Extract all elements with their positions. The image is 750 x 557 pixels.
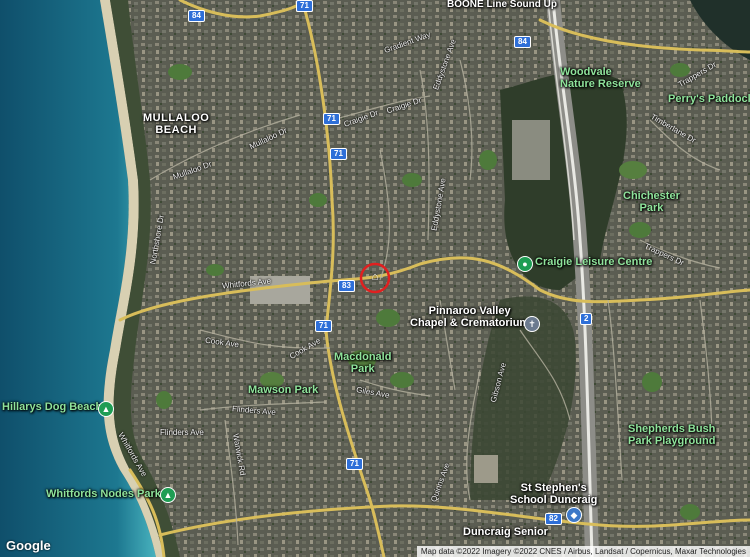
label-woodvale-reserve[interactable]: Woodvale Nature Reserve — [560, 66, 641, 90]
label-whitfords-nodes-park[interactable]: Whitfords Nodes Park — [46, 488, 161, 501]
road-flinders-ave-2: Flinders Ave — [160, 428, 204, 437]
route-71-shield-2: 71 — [323, 113, 340, 125]
label-shepherds-bush[interactable]: Shepherds Bush Park Playground — [628, 423, 715, 447]
chapel-icon[interactable]: ✝ — [524, 316, 540, 332]
location-pin-icon[interactable]: ⌂ — [369, 271, 381, 284]
route-84-shield-2: 84 — [514, 36, 531, 48]
route-83-shield: 83 — [338, 280, 355, 292]
route-71-shield-4: 71 — [315, 320, 332, 332]
label-mawson-park[interactable]: Mawson Park — [248, 384, 318, 397]
school-icon[interactable]: ◆ — [566, 507, 582, 523]
label-perrys-paddock[interactable]: Perry's Paddock — [668, 93, 750, 106]
label-pinnaroo-valley[interactable]: Pinnaroo Valley Chapel & Crematorium — [410, 305, 529, 329]
label-boone[interactable]: BOONE Line Sound Up — [447, 0, 557, 11]
label-macdonald-park[interactable]: Macdonald Park — [334, 351, 391, 375]
route-2-shield: 2 — [580, 313, 593, 325]
route-84-shield: 84 — [188, 10, 205, 22]
label-craigie-leisure-centre[interactable]: Craigie Leisure Centre — [535, 256, 652, 269]
route-71-shield-5: 71 — [346, 458, 363, 470]
google-logo: Google — [6, 538, 51, 553]
label-st-stephens[interactable]: St Stephen's School Duncraig — [510, 482, 597, 506]
route-82-shield: 82 — [545, 513, 562, 525]
map-view[interactable]: ⌂ MULLALOO BEACH Woodvale Nature Reserve… — [0, 0, 750, 557]
tree-icon-2[interactable]: ▲ — [160, 487, 176, 503]
map-attribution[interactable]: Map data ©2022 Imagery ©2022 CNES / Airb… — [416, 546, 750, 557]
label-hillarys-dog-beach[interactable]: Hillarys Dog Beach — [2, 401, 102, 414]
route-71-shield: 71 — [296, 0, 313, 12]
suburb-mullaloo-beach: MULLALOO BEACH — [143, 112, 210, 136]
route-71-shield-3: 71 — [330, 148, 347, 160]
label-duncraig-senior[interactable]: Duncraig Senior — [463, 526, 548, 539]
leisure-centre-icon[interactable]: ● — [517, 256, 533, 272]
tree-icon[interactable]: ▲ — [98, 401, 114, 417]
label-chichester-park[interactable]: Chichester Park — [623, 190, 680, 214]
